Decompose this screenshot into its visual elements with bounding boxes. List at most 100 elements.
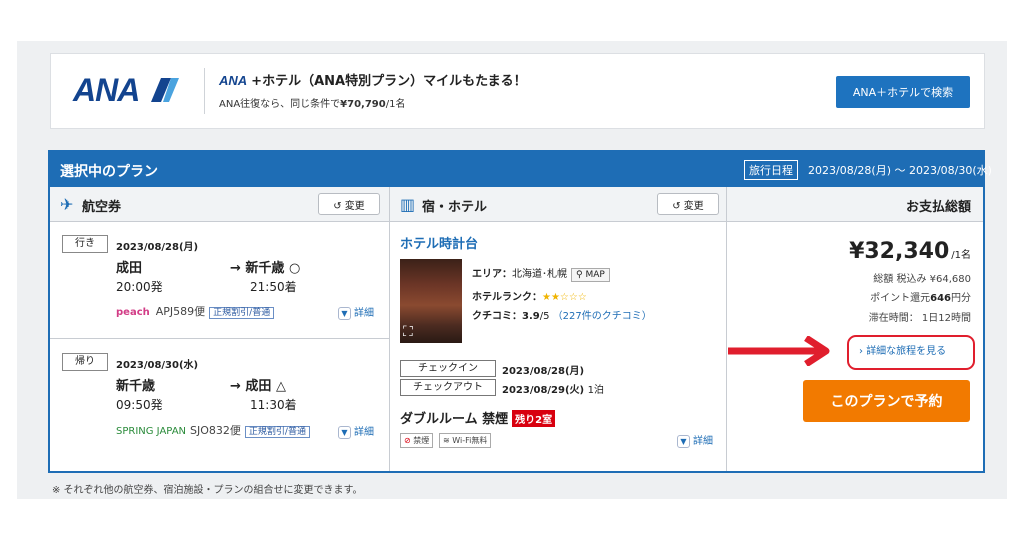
- ana-hotel-search-button[interactable]: ANA＋ホテルで検索: [836, 76, 970, 108]
- plan-header: 選択中のプラン 旅行日程 2023/08/28(月) 〜 2023/08/30(…: [50, 152, 992, 187]
- area-label: エリア：: [472, 269, 512, 280]
- rank-label: ホテルランク：: [472, 292, 542, 303]
- return-detail-link[interactable]: ▼ 詳細: [338, 423, 374, 439]
- return-departure-time: 09:50発: [116, 398, 163, 412]
- hotel-name-link[interactable]: ホテル時計台: [400, 233, 478, 252]
- hotel-change-label: 変更: [683, 200, 704, 212]
- hotel-detail-label: 詳細: [693, 436, 713, 447]
- return-flight-number: SJO832便: [190, 424, 241, 437]
- chevron-down-icon: ▼: [338, 307, 351, 320]
- review-max: /5: [539, 311, 550, 322]
- outbound-fare-tag: 正規割引/普通: [209, 307, 275, 319]
- flight-header-title: 航空券: [82, 200, 122, 215]
- ana-logo: ANA: [73, 72, 140, 108]
- return-date: 2023/08/30(水): [116, 360, 199, 371]
- flight-header: ✈ 航空券 ↺ 変更: [50, 187, 389, 222]
- return-arrival-city: → 成田 △: [230, 379, 286, 394]
- outbound-tag: 行き: [62, 235, 108, 253]
- building-icon: ▥: [400, 195, 416, 214]
- flight-column: ✈ 航空券 ↺ 変更 行き 2023/08/28(月) 成田 → 新千歳 ○ 20…: [50, 187, 390, 471]
- flight-change-button[interactable]: ↺ 変更: [318, 193, 380, 215]
- return-flight: 帰り 2023/08/30(水) 新千歳 → 成田 △ 09:50発 11:30…: [50, 339, 390, 471]
- wifi-icon: ≋: [443, 436, 450, 445]
- banner-sub-prefix: ANA往復なら、同じ条件で: [219, 99, 341, 110]
- map-pin-icon: ⚲: [576, 270, 583, 280]
- points-prefix: ポイント還元: [870, 293, 931, 304]
- checkout-label: チェックアウト: [400, 379, 496, 396]
- hotel-column: ▥ 宿・ホテル ↺ 変更 ホテル時計台 ⛶ エリア：北海道･札幌 ⚲ MAP ホテル…: [390, 187, 727, 471]
- chevron-down-icon: ▼: [677, 435, 690, 448]
- hotel-review: クチコミ：3.9/5 （227件のクチコミ）: [472, 307, 652, 322]
- rooms-remaining-badge: 残り2室: [512, 410, 556, 427]
- outbound-detail-link[interactable]: ▼ 詳細: [338, 304, 374, 320]
- divider: [204, 68, 205, 114]
- price-per: /1名: [951, 250, 971, 261]
- banner-title-text: +ホテル（ANA特別プラン）マイルもたまる！: [251, 74, 527, 89]
- hotel-photo[interactable]: ⛶: [400, 259, 462, 343]
- payment-column: お支払総額 ¥32,340/1名 総額 税込み ¥64,680 ポイント還元64…: [727, 187, 983, 471]
- checkin-label: チェックイン: [400, 360, 496, 377]
- points-value: 646: [930, 293, 951, 304]
- map-button[interactable]: ⚲ MAP: [571, 268, 610, 282]
- spring-japan-logo: SPRING JAPAN: [116, 426, 187, 437]
- nights: 1泊: [587, 385, 604, 396]
- undo-icon: ↺: [333, 200, 342, 212]
- checkin-date: 2023/08/28(月): [502, 366, 585, 377]
- banner-sub-price: ¥70,790: [340, 99, 386, 110]
- red-arrow-annotation: [728, 336, 830, 366]
- book-plan-button[interactable]: このプランで予約: [803, 380, 970, 422]
- outbound-departure-city: 成田: [116, 261, 143, 276]
- banner-subtitle: ANA往復なら、同じ条件で¥70,790/1名: [219, 95, 405, 110]
- ana-promo-banner: ANA ANA +ホテル（ANA特別プラン）マイルもたまる！ ANA往復なら、同じ…: [50, 53, 985, 129]
- return-tag: 帰り: [62, 353, 108, 371]
- hotel-area: エリア：北海道･札幌 ⚲ MAP: [472, 265, 610, 282]
- no-smoking-icon: ⊘: [404, 436, 411, 445]
- expand-icon: ⛶: [403, 324, 413, 340]
- checkout-date: 2023/08/29(火) 1泊: [502, 381, 604, 396]
- outbound-date: 2023/08/28(月): [116, 242, 199, 253]
- banner-title: ANA +ホテル（ANA特別プラン）マイルもたまる！: [219, 70, 527, 89]
- ana-stripes-icon: [151, 78, 179, 102]
- room-type: ダブルルーム 禁煙 残り2室: [400, 408, 556, 427]
- outbound-airline: peach APJ589便 正規割引/普通: [116, 303, 275, 319]
- return-departure-city: 新千歳: [116, 379, 156, 394]
- total-with-tax: 総額 税込み ¥64,680: [873, 274, 971, 285]
- chevron-down-icon: ▼: [338, 426, 351, 439]
- flight-change-label: 変更: [344, 200, 365, 212]
- area-value: 北海道･札幌: [512, 269, 567, 280]
- mini-ana-logo: ANA: [219, 73, 248, 88]
- return-detail-label: 詳細: [354, 427, 374, 438]
- outbound-detail-label: 詳細: [354, 308, 374, 319]
- total-price: ¥32,340/1名: [849, 239, 971, 264]
- trip-dates-label: 旅行日程: [744, 160, 798, 180]
- points-suffix: 円分: [951, 293, 971, 304]
- banner-sub-suffix: /1名: [385, 99, 406, 110]
- airplane-icon: ✈: [60, 195, 74, 214]
- chevron-right-icon: ›: [859, 346, 863, 357]
- amenity-label: 禁煙: [413, 436, 430, 445]
- checkout-value: 2023/08/29(火): [502, 385, 585, 396]
- room-name: ダブルルーム 禁煙: [400, 412, 509, 427]
- review-count-link[interactable]: （227件のクチコミ）: [553, 311, 652, 322]
- footnote: ※ それぞれ他の航空券、宿泊施設・プランの組合せに変更できます。: [52, 485, 363, 496]
- return-airline: SPRING JAPAN SJO832便 正規割引/普通: [116, 422, 310, 438]
- detailed-itinerary-link[interactable]: › 詳細な旅程を見る: [847, 335, 975, 370]
- hotel-detail-link[interactable]: ▼ 詳細: [677, 432, 713, 448]
- amenity-label: Wi-Fi無料: [452, 436, 488, 445]
- hotel-change-button[interactable]: ↺ 変更: [657, 193, 719, 215]
- outbound-departure-time: 20:00発: [116, 280, 163, 294]
- outbound-flight-number: APJ589便: [155, 305, 206, 318]
- stay-duration: 滞在時間： 1日12時間: [868, 313, 971, 324]
- return-fare-tag: 正規割引/普通: [244, 426, 310, 438]
- review-score: 3.9: [522, 311, 540, 322]
- selected-plan-panel: 選択中のプラン 旅行日程 2023/08/28(月) 〜 2023/08/30(…: [48, 150, 992, 473]
- hotel-header-title: 宿・ホテル: [422, 200, 488, 215]
- amenity-wifi: ≋ Wi-Fi無料: [439, 433, 492, 448]
- hotel-rank: ホテルランク：★★☆☆☆: [472, 288, 587, 303]
- payment-header-title: お支払総額: [905, 200, 971, 215]
- plan-title: 選択中のプラン: [60, 164, 158, 180]
- payment-header: お支払総額: [727, 187, 983, 222]
- rank-stars: ★★☆☆☆: [542, 292, 587, 303]
- amenity-nonsmoking: ⊘ 禁煙: [400, 433, 434, 448]
- outbound-arrival-time: 21:50着: [250, 280, 297, 294]
